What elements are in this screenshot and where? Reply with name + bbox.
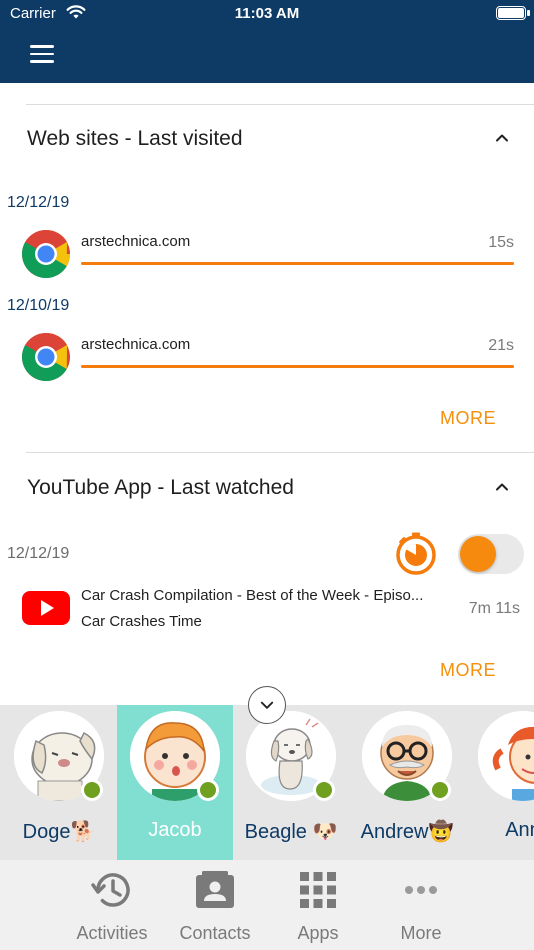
- visit-duration: 15s: [488, 234, 514, 251]
- youtube-icon: [22, 591, 70, 625]
- contact-name: Ann: [505, 819, 534, 841]
- contact-name: Andrew🤠: [360, 821, 454, 843]
- contact-beagle[interactable]: Beagle 🐶: [233, 705, 349, 860]
- contacts-strip[interactable]: Doge🐕 Jacob Beagle 🐶 Andrew🤠 An: [0, 705, 534, 860]
- tab-activities[interactable]: Activities: [62, 860, 162, 950]
- tracking-toggle[interactable]: [458, 534, 524, 574]
- apps-grid-icon: [300, 872, 336, 908]
- divider: [26, 104, 534, 105]
- video-row[interactable]: Car Crash Compilation - Best of the Week…: [0, 587, 534, 637]
- status-bar: Carrier 11:03 AM: [0, 0, 534, 28]
- contact-ann[interactable]: Ann: [465, 705, 534, 860]
- history-icon: [91, 873, 130, 907]
- video-title: Car Crash Compilation - Best of the Week…: [81, 587, 424, 604]
- timer-icon[interactable]: [393, 531, 439, 577]
- visit-progress-bar: [81, 262, 514, 265]
- tab-label: More: [400, 923, 442, 943]
- online-indicator: [313, 779, 335, 801]
- online-indicator: [197, 779, 219, 801]
- site-name: arstechnica.com: [81, 336, 191, 353]
- battery-icon: [496, 6, 530, 20]
- nav-bar: [0, 28, 534, 83]
- tab-more[interactable]: More: [371, 860, 471, 950]
- contact-card-icon: [196, 871, 234, 908]
- chevron-up-icon[interactable]: [490, 475, 514, 499]
- avatar: [478, 711, 534, 801]
- contact-andrew[interactable]: Andrew🤠: [349, 705, 465, 860]
- web-section-title: Web sites - Last visited: [27, 127, 243, 150]
- tab-label: Contacts: [179, 923, 251, 943]
- watch-duration: 7m 11s: [468, 600, 520, 617]
- chrome-icon: [21, 229, 71, 279]
- visit-date: 12/10/19: [7, 297, 70, 314]
- visit-duration: 21s: [488, 337, 514, 354]
- visit-progress-bar: [81, 365, 514, 368]
- tab-label: Apps: [297, 923, 339, 943]
- tab-apps[interactable]: Apps: [268, 860, 368, 950]
- more-dots-icon: [405, 886, 437, 894]
- visit-date: 12/12/19: [7, 194, 70, 211]
- divider: [26, 452, 534, 453]
- online-indicator: [81, 779, 103, 801]
- tab-contacts[interactable]: Contacts: [165, 860, 265, 950]
- contact-name: Beagle 🐶: [244, 821, 338, 843]
- chrome-icon: [21, 332, 70, 382]
- chevron-up-icon[interactable]: [490, 126, 514, 150]
- youtube-more-link[interactable]: MORE: [440, 660, 496, 681]
- activity-content[interactable]: Web sites - Last visited 12/12/19 arstec…: [0, 83, 534, 705]
- contact-name: Jacob: [148, 819, 202, 841]
- tab-label: Activities: [76, 923, 148, 943]
- clock: 11:03 AM: [234, 5, 300, 22]
- contact-jacob[interactable]: Jacob: [117, 705, 233, 860]
- youtube-section-title: YouTube App - Last watched: [27, 476, 294, 499]
- site-name: arstechnica.com: [81, 233, 191, 250]
- web-more-link[interactable]: MORE: [440, 408, 496, 429]
- web-visit-row[interactable]: arstechnica.com 15s: [0, 229, 534, 291]
- watch-date: 12/12/19: [7, 545, 70, 562]
- web-visit-row[interactable]: arstechnica.com 21s: [0, 332, 534, 394]
- tab-bar: Activities Contacts Apps More: [0, 860, 534, 950]
- online-indicator: [429, 779, 451, 801]
- chevron-down-icon[interactable]: [248, 686, 286, 724]
- hamburger-menu-icon[interactable]: [30, 45, 54, 65]
- contact-doge[interactable]: Doge🐕: [1, 705, 117, 860]
- contact-name: Doge🐕: [22, 821, 96, 843]
- video-channel: Car Crashes Time: [81, 613, 202, 630]
